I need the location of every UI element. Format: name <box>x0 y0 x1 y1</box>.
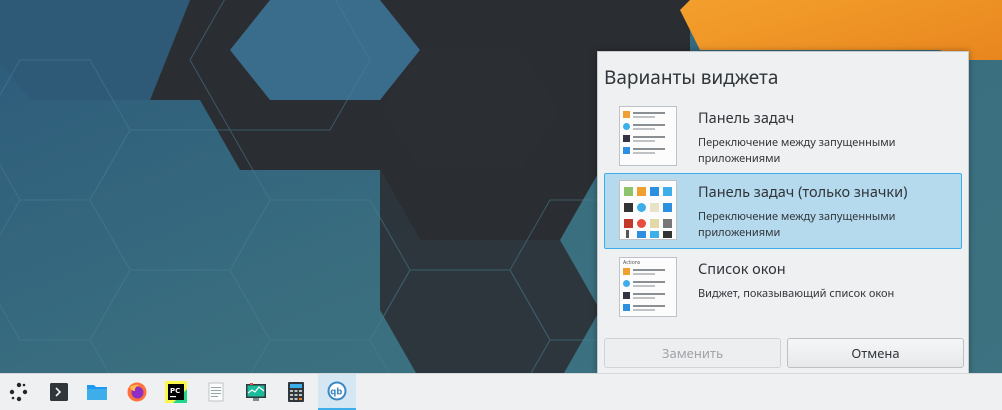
option-title: Панель задач <box>698 108 795 128</box>
application-launcher-button[interactable] <box>0 374 38 410</box>
pycharm-icon: PC <box>165 381 187 403</box>
option-task-manager[interactable]: Панель задач Переключение между запущенн… <box>604 99 962 175</box>
task-manager-preview-image <box>619 106 677 166</box>
qbittorrent-icon: qb <box>327 381 347 401</box>
option-window-list[interactable]: Actions Список окон Виджет, показывающий… <box>604 250 962 326</box>
application-launcher-icon <box>9 382 28 402</box>
option-icons-only-task-manager[interactable]: Панель задач (только значки) Переключени… <box>604 173 962 249</box>
taskbar-item-file-manager[interactable] <box>78 374 116 410</box>
text-editor-icon <box>208 382 224 402</box>
option-description: Переключение между запущенными приложени… <box>698 135 896 166</box>
system-monitor-icon <box>246 383 266 401</box>
taskbar-item-text-editor[interactable] <box>197 374 235 410</box>
option-description: Переключение между запущенными приложени… <box>698 209 896 240</box>
option-description: Виджет, показывающий список окон <box>698 286 895 301</box>
taskbar-item-terminal[interactable] <box>40 374 78 410</box>
popup-title: Варианты виджета <box>604 64 779 90</box>
folder-icon <box>87 385 107 400</box>
window-list-preview-header: Actions <box>623 260 641 266</box>
svg-text:PC: PC <box>170 387 180 395</box>
icons-only-task-manager-preview-image <box>619 180 677 240</box>
window-list-preview-image: Actions <box>619 257 677 317</box>
replace-button[interactable]: Заменить <box>604 338 781 368</box>
option-title: Панель задач (только значки) <box>698 182 908 202</box>
option-title: Список окон <box>698 259 786 279</box>
taskbar-panel: PC qb <box>0 373 1002 410</box>
taskbar-item-system-monitor[interactable] <box>237 374 275 410</box>
taskbar-item-pycharm[interactable]: PC <box>157 374 195 410</box>
widget-alternatives-popup: Варианты виджета Панель задач Переключен… <box>597 51 969 373</box>
svg-text:qb: qb <box>330 388 342 398</box>
cancel-button[interactable]: Отмена <box>787 338 964 368</box>
terminal-icon <box>50 383 68 401</box>
firefox-icon <box>127 382 147 402</box>
taskbar-item-qbittorrent[interactable]: qb <box>318 374 356 410</box>
calculator-icon <box>288 382 304 402</box>
taskbar-item-firefox[interactable] <box>118 374 156 410</box>
taskbar-item-calculator[interactable] <box>277 374 315 410</box>
